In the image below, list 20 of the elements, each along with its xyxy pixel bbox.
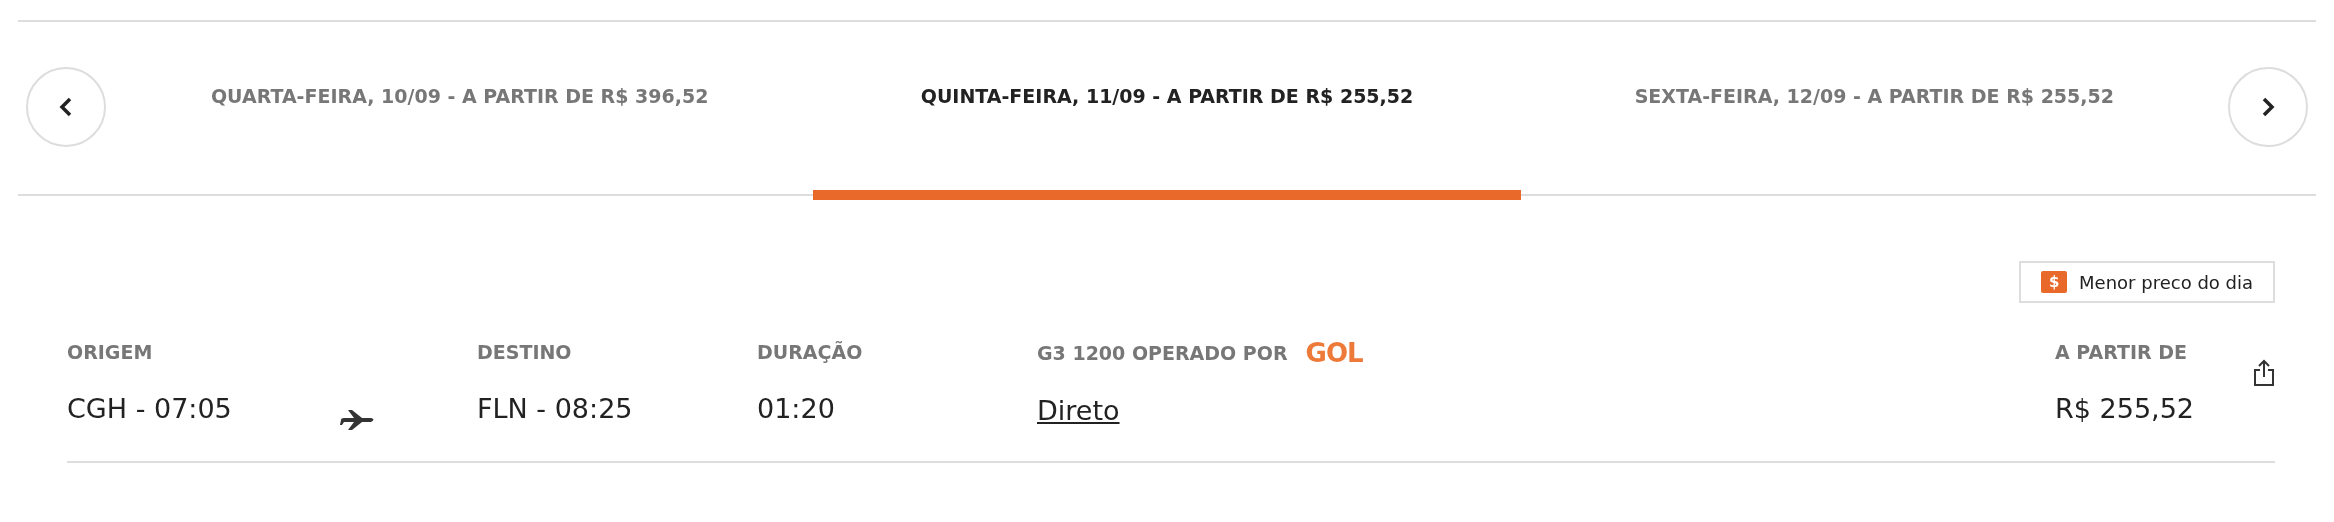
chevron-left-icon <box>59 97 73 117</box>
airplane-icon <box>340 409 376 431</box>
duration-value: 01:20 <box>757 393 836 424</box>
origin-value: CGH - 07:05 <box>67 393 233 424</box>
date-tab[interactable]: QUARTA-FEIRA, 10/09 - A PARTIR DE R$ 396,52 <box>106 22 814 200</box>
duration-label: DURAÇÃO <box>757 341 864 363</box>
badge-label: Menor preco do dia <box>2079 271 2253 293</box>
share-icon <box>2253 359 2275 387</box>
price-label: A PARTIR DE <box>2055 341 2188 363</box>
airline-logo: GOL <box>1305 338 1363 368</box>
stops-link[interactable]: Direto <box>1037 395 1120 426</box>
chevron-right-icon <box>2261 97 2275 117</box>
dollar-icon: $ <box>2041 271 2068 293</box>
origin-label: ORIGEM <box>67 341 154 363</box>
date-tab[interactable]: QUINTA-FEIRA, 11/09 - A PARTIR DE R$ 255,52 <box>813 22 1521 200</box>
operator-label: G3 1200 OPERADO POR <box>1037 342 1288 364</box>
destination-value: FLN - 08:25 <box>477 393 634 424</box>
destination-label: DESTINO <box>477 341 573 363</box>
price-value: R$ 255,52 <box>2055 393 2195 424</box>
date-tab[interactable]: SEXTA-FEIRA, 12/09 - A PARTIR DE R$ 255,52 <box>1520 22 2228 200</box>
